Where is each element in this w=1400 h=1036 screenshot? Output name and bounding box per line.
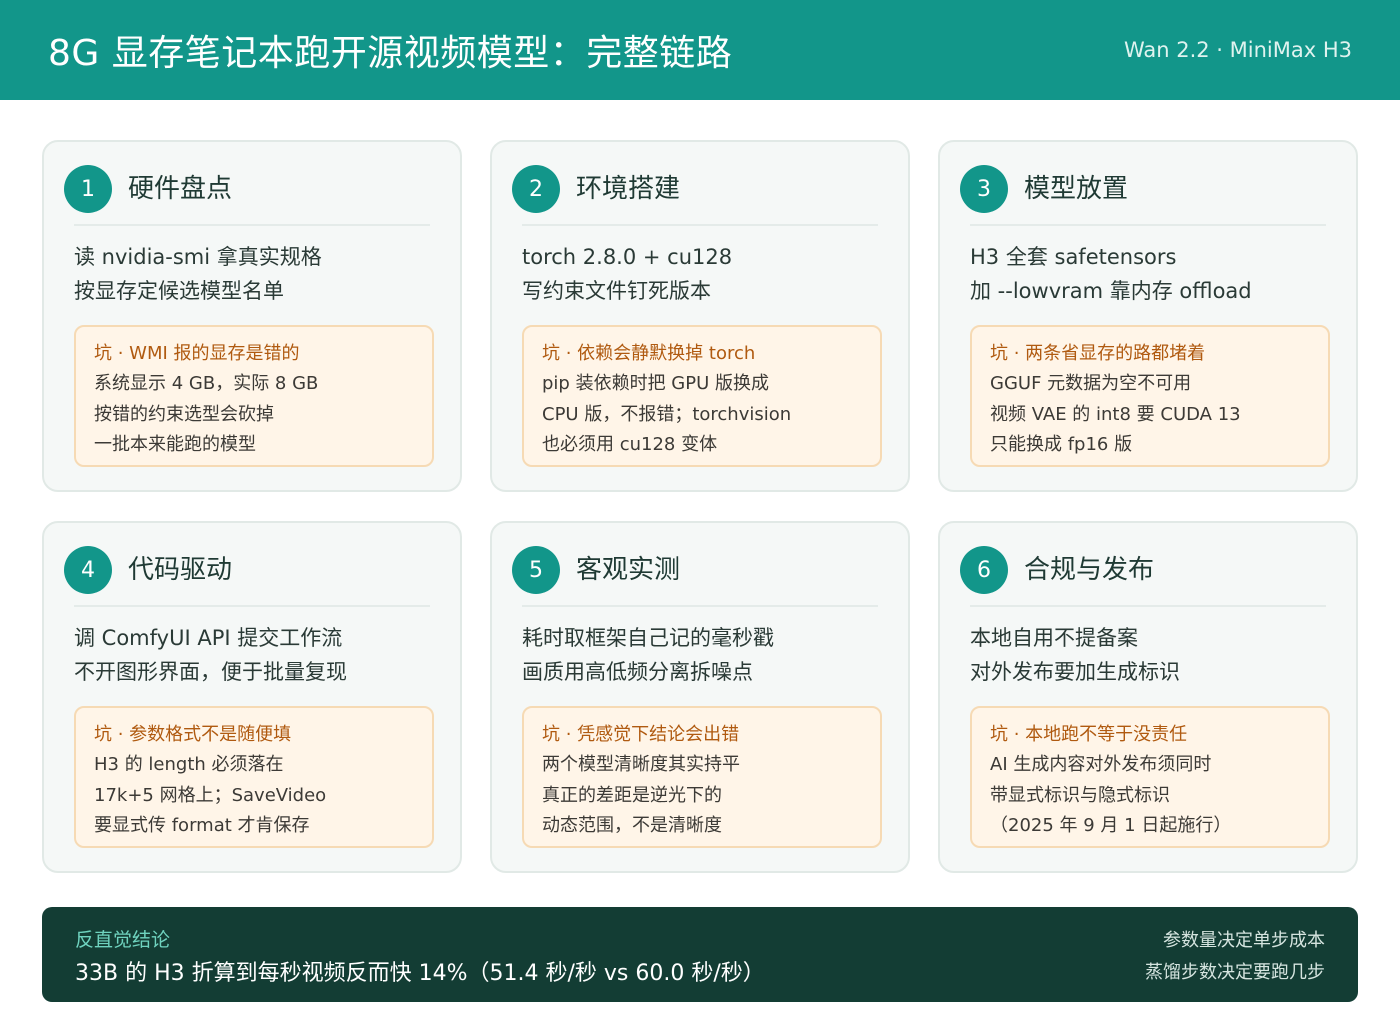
pitfall-line: 要显式传 format 才肯保存 <box>94 815 310 836</box>
step-card-2: 2 环境搭建 torch 2.8.0 + cu128 写约束文件钉死版本 坑 ·… <box>490 140 910 492</box>
pitfall-line: （2025 年 9 月 1 日起施行） <box>990 815 1232 836</box>
pitfall-box: 坑 · 依赖会静默换掉 torch pip 装依赖时把 GPU 版换成 CPU … <box>522 325 882 467</box>
pitfall-line: 也必须用 cu128 变体 <box>542 434 718 455</box>
pitfall-line: 真正的差距是逆光下的 <box>542 784 722 806</box>
step-description-line: 按显存定候选模型名单 <box>74 279 284 303</box>
conclusion-label: 反直觉结论 <box>75 929 171 951</box>
step-description-line: 画质用高低频分离拆噪点 <box>522 660 753 684</box>
pitfall-line: 两个模型清晰度其实持平 <box>542 754 740 775</box>
divider <box>522 224 878 226</box>
step-title: 代码驱动 <box>128 555 233 585</box>
step-title: 模型放置 <box>1024 174 1129 204</box>
step-description-line: torch 2.8.0 + cu128 <box>522 245 733 269</box>
divider <box>522 605 878 607</box>
pitfall-box: 坑 · 本地跑不等于没责任 AI 生成内容对外发布须同时 带显式标识与隐式标识 … <box>970 706 1330 848</box>
step-number-badge: 6 <box>960 546 1008 594</box>
divider <box>970 224 1326 226</box>
pitfall-line: 按错的约束选型会砍掉 <box>94 403 274 425</box>
pitfall-title: 坑 · 本地跑不等于没责任 <box>990 724 1188 745</box>
pitfall-line: 动态范围，不是清晰度 <box>542 815 722 836</box>
step-description-line: 写约束文件钉死版本 <box>522 279 711 303</box>
pitfall-title: 坑 · 依赖会静默换掉 torch <box>542 343 756 364</box>
pitfall-line: 17k+5 网格上；SaveVideo <box>94 784 327 806</box>
pitfall-box: 坑 · 参数格式不是随便填 H3 的 length 必须落在 17k+5 网格上… <box>74 706 434 848</box>
pitfall-line: 只能换成 fp16 版 <box>990 434 1133 455</box>
step-description: 读 nvidia-smi 拿真实规格 按显存定候选模型名单 <box>74 240 322 308</box>
step-number-badge: 3 <box>960 165 1008 213</box>
pitfall-box: 坑 · WMI 报的显存是错的 系统显示 4 GB，实际 8 GB 按错的约束选… <box>74 325 434 467</box>
divider <box>74 605 430 607</box>
step-description-line: 本地自用不提备案 <box>970 626 1138 650</box>
step-card-6: 6 合规与发布 本地自用不提备案 对外发布要加生成标识 坑 · 本地跑不等于没责… <box>938 521 1358 873</box>
step-number-badge: 2 <box>512 165 560 213</box>
step-description: 本地自用不提备案 对外发布要加生成标识 <box>970 621 1180 689</box>
page-subtitle: Wan 2.2 · MiniMax H3 <box>1123 38 1352 62</box>
step-description-line: 调 ComfyUI API 提交工作流 <box>74 626 343 650</box>
step-description: H3 全套 safetensors 加 --lowvram 靠内存 offloa… <box>970 240 1252 308</box>
step-description: 耗时取框架自己记的毫秒戳 画质用高低频分离拆噪点 <box>522 621 774 689</box>
pitfall-title: 坑 · 参数格式不是随便填 <box>94 724 292 745</box>
divider <box>970 605 1326 607</box>
pitfall-line: AI 生成内容对外发布须同时 <box>990 754 1212 775</box>
step-number-badge: 5 <box>512 546 560 594</box>
conclusion-text: 33B 的 H3 折算到每秒视频反而快 14%（51.4 秒/秒 vs 60.0… <box>75 961 765 986</box>
header-bar: 8G 显存笔记本跑开源视频模型：完整链路 Wan 2.2 · MiniMax H… <box>0 0 1400 100</box>
step-description: torch 2.8.0 + cu128 写约束文件钉死版本 <box>522 240 732 308</box>
page-title: 8G 显存笔记本跑开源视频模型：完整链路 <box>48 33 733 74</box>
conclusion-notes: 参数量决定单步成本 蒸馏步数决定要跑几步 <box>1145 925 1325 989</box>
pitfall-title: 坑 · WMI 报的显存是错的 <box>94 343 300 364</box>
pitfall-box: 坑 · 凭感觉下结论会出错 两个模型清晰度其实持平 真正的差距是逆光下的 动态范… <box>522 706 882 848</box>
step-description-line: 加 --lowvram 靠内存 offload <box>970 279 1252 303</box>
pitfall-title: 坑 · 两条省显存的路都堵着 <box>990 343 1206 364</box>
step-description-line: 读 nvidia-smi 拿真实规格 <box>74 245 322 269</box>
pitfall-line: pip 装依赖时把 GPU 版换成 <box>542 373 769 394</box>
step-number-badge: 1 <box>64 165 112 213</box>
step-card-3: 3 模型放置 H3 全套 safetensors 加 --lowvram 靠内存… <box>938 140 1358 492</box>
step-description-line: 对外发布要加生成标识 <box>970 660 1180 684</box>
step-card-1: 1 硬件盘点 读 nvidia-smi 拿真实规格 按显存定候选模型名单 坑 ·… <box>42 140 462 492</box>
step-description: 调 ComfyUI API 提交工作流 不开图形界面，便于批量复现 <box>74 621 347 689</box>
pitfall-line: 一批本来能跑的模型 <box>94 434 256 455</box>
step-title: 环境搭建 <box>576 174 681 204</box>
step-description-line: H3 全套 safetensors <box>970 245 1177 269</box>
step-description-line: 耗时取框架自己记的毫秒戳 <box>522 626 774 650</box>
step-title: 合规与发布 <box>1024 555 1155 585</box>
pitfall-line: 系统显示 4 GB，实际 8 GB <box>94 373 319 394</box>
pitfall-line: CPU 版，不报错；torchvision <box>542 403 792 425</box>
divider <box>74 224 430 226</box>
step-title: 客观实测 <box>576 555 681 585</box>
step-card-5: 5 客观实测 耗时取框架自己记的毫秒戳 画质用高低频分离拆噪点 坑 · 凭感觉下… <box>490 521 910 873</box>
conclusion-note: 蒸馏步数决定要跑几步 <box>1145 962 1325 983</box>
conclusion-note: 参数量决定单步成本 <box>1163 930 1325 951</box>
step-title: 硬件盘点 <box>128 174 233 204</box>
pitfall-line: 带显式标识与隐式标识 <box>990 784 1170 806</box>
conclusion-bar: 反直觉结论 33B 的 H3 折算到每秒视频反而快 14%（51.4 秒/秒 v… <box>42 907 1358 1002</box>
step-number-badge: 4 <box>64 546 112 594</box>
pitfall-line: GGUF 元数据为空不可用 <box>990 373 1192 394</box>
pitfall-line: 视频 VAE 的 int8 要 CUDA 13 <box>990 403 1241 425</box>
step-card-4: 4 代码驱动 调 ComfyUI API 提交工作流 不开图形界面，便于批量复现… <box>42 521 462 873</box>
pitfall-box: 坑 · 两条省显存的路都堵着 GGUF 元数据为空不可用 视频 VAE 的 in… <box>970 325 1330 467</box>
step-description-line: 不开图形界面，便于批量复现 <box>74 660 347 684</box>
pitfall-title: 坑 · 凭感觉下结论会出错 <box>542 724 740 745</box>
pitfall-line: H3 的 length 必须落在 <box>94 754 284 775</box>
